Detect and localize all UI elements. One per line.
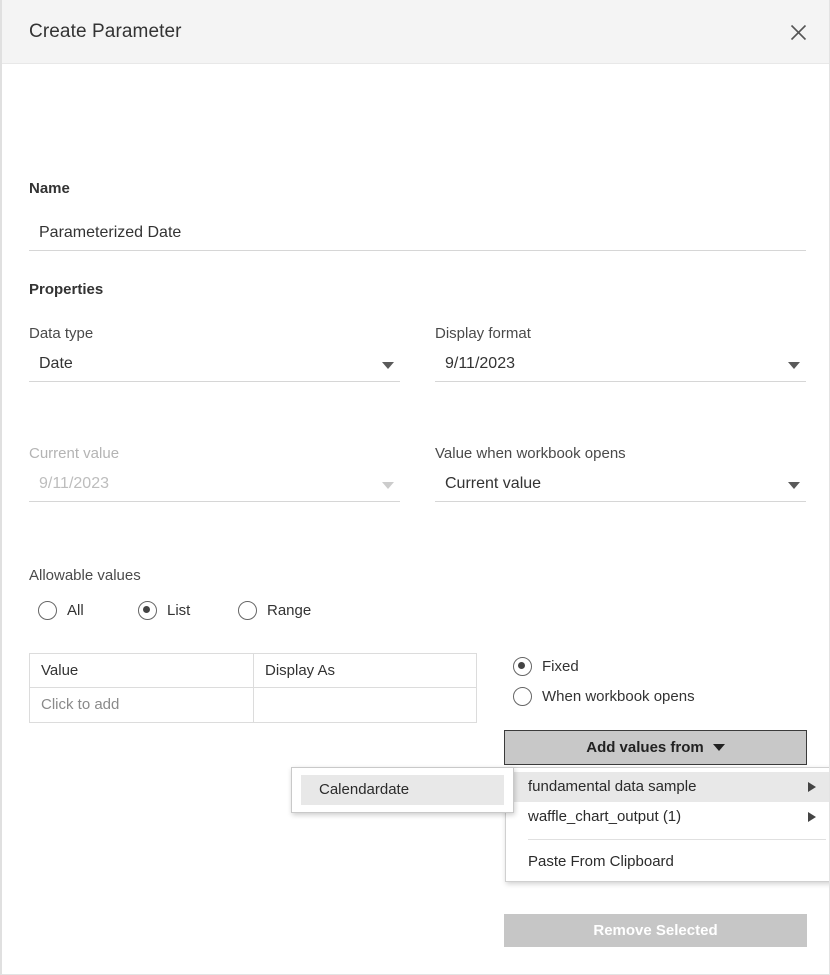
column-header-display-as: Display As xyxy=(254,654,476,688)
chevron-right-icon xyxy=(808,782,816,792)
values-table: Value Display As Click to add xyxy=(29,653,477,723)
radio-fixed[interactable]: Fixed xyxy=(513,657,579,676)
menu-item-label: waffle_chart_output (1) xyxy=(528,808,682,825)
radio-circle-icon xyxy=(513,687,532,706)
radio-label: List xyxy=(167,602,191,619)
add-values-from-button[interactable]: Add values from xyxy=(504,730,807,765)
display-format-label: Display format xyxy=(435,325,531,342)
table-row[interactable]: Click to add xyxy=(30,688,476,722)
allowable-values-label: Allowable values xyxy=(29,567,141,584)
value-when-workbook-opens-value: Current value xyxy=(445,475,542,492)
current-value-input: 9/11/2023 xyxy=(29,472,400,502)
menu-separator xyxy=(528,839,826,840)
chevron-down-icon xyxy=(382,482,394,489)
menu-item-paste-from-clipboard[interactable]: Paste From Clipboard xyxy=(506,847,829,877)
add-values-from-submenu: Calendardate xyxy=(291,767,514,813)
create-parameter-dialog: Create Parameter Name Parameterized Date… xyxy=(0,0,830,975)
radio-allowable-all[interactable]: All xyxy=(38,601,84,620)
remove-selected-label: Remove Selected xyxy=(593,922,718,939)
dialog-titlebar: Create Parameter xyxy=(2,0,829,64)
name-section-label: Name xyxy=(29,180,70,197)
chevron-down-icon xyxy=(788,362,800,369)
remove-selected-button: Remove Selected xyxy=(504,914,807,947)
value-when-workbook-opens-label: Value when workbook opens xyxy=(435,445,626,462)
parameter-name-value: Parameterized Date xyxy=(39,224,182,241)
submenu-item-label: Calendardate xyxy=(319,781,410,798)
radio-label: Range xyxy=(267,602,312,619)
radio-label: Fixed xyxy=(542,658,579,675)
radio-circle-icon xyxy=(238,601,257,620)
menu-item-label: fundamental data sample xyxy=(528,778,697,795)
radio-allowable-range[interactable]: Range xyxy=(238,601,311,620)
display-format-value: 9/11/2023 xyxy=(445,355,515,372)
chevron-down-icon xyxy=(788,482,800,489)
current-value-label: Current value xyxy=(29,445,120,462)
data-type-value: Date xyxy=(39,355,73,372)
menu-item-waffle-chart-output[interactable]: waffle_chart_output (1) xyxy=(506,802,829,832)
column-header-value: Value xyxy=(30,654,254,688)
chevron-right-icon xyxy=(808,812,816,822)
chevron-down-icon xyxy=(712,744,725,751)
dialog-title: Create Parameter xyxy=(29,21,182,42)
radio-label: All xyxy=(67,602,84,619)
display-format-select[interactable]: 9/11/2023 xyxy=(435,352,806,382)
radio-allowable-list[interactable]: List xyxy=(138,601,190,620)
cell-value-click-to-add[interactable]: Click to add xyxy=(30,688,254,722)
properties-section-label: Properties xyxy=(29,281,104,298)
table-header-row: Value Display As xyxy=(30,654,476,688)
menu-item-label: Paste From Clipboard xyxy=(528,853,674,870)
add-values-from-label: Add values from xyxy=(586,739,704,756)
cell-display-as[interactable] xyxy=(254,688,476,722)
parameter-name-input[interactable]: Parameterized Date xyxy=(29,221,806,251)
value-when-workbook-opens-select[interactable]: Current value xyxy=(435,472,806,502)
close-icon[interactable] xyxy=(780,14,816,50)
current-value-text: 9/11/2023 xyxy=(39,475,109,492)
chevron-down-icon xyxy=(382,362,394,369)
radio-when-workbook-opens[interactable]: When workbook opens xyxy=(513,687,695,706)
radio-circle-icon xyxy=(38,601,57,620)
data-type-select[interactable]: Date xyxy=(29,352,400,382)
radio-label: When workbook opens xyxy=(542,688,695,705)
add-values-from-menu: fundamental data sample waffle_chart_out… xyxy=(505,767,829,882)
radio-circle-icon xyxy=(138,601,157,620)
radio-circle-icon xyxy=(513,657,532,676)
submenu-item-calendardate[interactable]: Calendardate xyxy=(301,775,504,805)
data-type-label: Data type xyxy=(29,325,94,342)
menu-item-fundamental-data-sample[interactable]: fundamental data sample xyxy=(506,772,829,802)
